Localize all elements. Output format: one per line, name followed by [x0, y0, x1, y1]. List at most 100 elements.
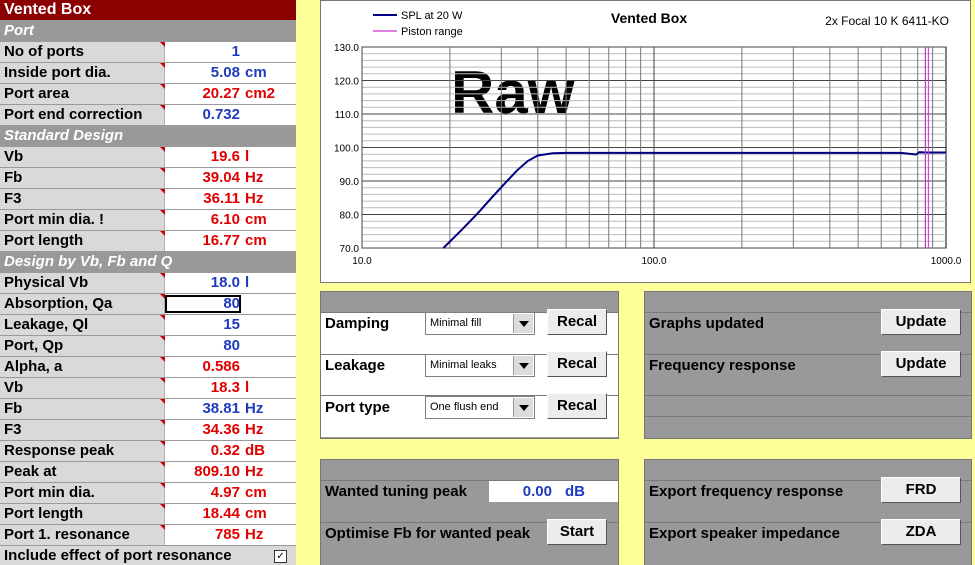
row-label: Leakage, Ql [0, 315, 165, 335]
x-tick-label: 10.0 [352, 256, 372, 267]
port-dia-unit: cm [245, 64, 267, 81]
row-label: Port length [0, 231, 165, 251]
ports-value[interactable]: 1 [165, 42, 240, 62]
leakage-recal-button[interactable]: Recal [547, 351, 607, 377]
frequency-update-button[interactable]: Update [881, 351, 961, 377]
wanted-tuning-peak-unit: dB [565, 483, 585, 500]
port-type-recal-button[interactable]: Recal [547, 393, 607, 419]
row-std-port-min: Port min dia. ! 6.10 cm [0, 210, 296, 231]
row-label: F3 [0, 189, 165, 209]
qp-value[interactable]: 80 [165, 336, 240, 356]
response-peak-value: 0.32 [210, 442, 240, 459]
export-frequency-label: Export frequency response [649, 483, 844, 500]
parameters-sheet: Vented Box Port No of ports 1 Inside por… [0, 0, 296, 565]
grid-line [645, 395, 971, 396]
end-correction-value[interactable]: 0.732 [165, 105, 240, 125]
row-alpha: Alpha, a 0.586 [0, 357, 296, 378]
row-port-end-correction[interactable]: Port end correction 0.732 [0, 105, 296, 126]
qa-value[interactable]: 80 [165, 294, 240, 314]
optimise-label: Optimise Fb for wanted peak [325, 525, 531, 542]
std-port-min-value: 6.10 [210, 211, 240, 228]
port-type-select[interactable]: One flush end [425, 396, 535, 419]
port-resonance-unit: Hz [245, 526, 264, 543]
std-port-length-unit: cm [245, 232, 267, 249]
row-label: Fb [0, 168, 165, 188]
damping-recal-button[interactable]: Recal [547, 309, 607, 335]
spl-series-line [442, 151, 946, 249]
include-resonance-label: Include effect of port resonance [0, 546, 296, 565]
ql-value[interactable]: 15 [165, 315, 240, 335]
row-leakage-ql[interactable]: Leakage, Ql 15 [0, 315, 296, 336]
leakage-select[interactable]: Minimal leaks [425, 354, 535, 377]
row-label: Inside port dia. [0, 63, 165, 83]
port-type-select-value: One flush end [430, 401, 499, 413]
row-label: Port end correction [0, 105, 165, 125]
row-std-vb: Vb 19.6 l [0, 147, 296, 168]
row-label: Response peak [0, 441, 165, 461]
std-fb-unit: Hz [245, 169, 264, 186]
frequency-response-label: Frequency response [649, 357, 796, 374]
row-label: Port, Qp [0, 336, 165, 356]
chevron-down-icon[interactable] [513, 314, 533, 333]
physical-vb-unit: l [245, 274, 250, 291]
design-port-min-unit: cm [245, 484, 267, 501]
std-f3-value: 36.11 [203, 190, 240, 207]
damping-select[interactable]: Minimal fill [425, 312, 535, 335]
section-port-label: Port [4, 22, 34, 39]
design-f3-value: 34.36 [202, 421, 240, 438]
std-f3-unit: Hz [245, 190, 264, 207]
grid-line [645, 416, 971, 417]
row-no-of-ports[interactable]: No of ports 1 [0, 42, 296, 63]
design-fb-value[interactable]: 38.81 [165, 399, 240, 419]
row-physical-vb[interactable]: Physical Vb 18.0 l [0, 273, 296, 294]
sheet-title-row: Vented Box [0, 0, 296, 21]
row-label: F3 [0, 420, 165, 440]
row-design-vb: Vb 18.3 l [0, 378, 296, 399]
row-port-qp[interactable]: Port, Qp 80 [0, 336, 296, 357]
y-tick-label: 80.0 [340, 211, 360, 222]
y-tick-label: 130.0 [334, 43, 359, 54]
y-tick-label: 120.0 [334, 77, 359, 88]
row-label: Fb [0, 399, 165, 419]
include-resonance-checkbox[interactable]: ✓ [274, 550, 287, 563]
row-design-fb[interactable]: Fb 38.81 Hz [0, 399, 296, 420]
row-design-port-length: Port length 18.44 cm [0, 504, 296, 525]
chart-title: Vented Box [611, 10, 687, 26]
port-type-label: Port type [325, 399, 391, 416]
peak-at-value: 809.10 [194, 463, 240, 480]
row-label: Port length [0, 504, 165, 524]
chart-subtitle: 2x Focal 10 K 6411-KO [825, 14, 949, 28]
chevron-down-icon[interactable] [513, 356, 533, 375]
legend-label: Piston range [401, 26, 463, 38]
row-std-port-length: Port length 16.77 cm [0, 231, 296, 252]
chevron-down-icon[interactable] [513, 398, 533, 417]
row-inside-port-dia[interactable]: Inside port dia. 5.08 cm [0, 63, 296, 84]
row-label: Port min dia. [0, 483, 165, 503]
legend-label: SPL at 20 W [401, 10, 463, 22]
optimise-start-button[interactable]: Start [547, 519, 607, 545]
row-design-f3: F3 34.36 Hz [0, 420, 296, 441]
row-peak-at: Peak at 809.10 Hz [0, 462, 296, 483]
raw-watermark: Raw [451, 59, 575, 126]
section-standard: Standard Design [0, 126, 296, 147]
row-absorption-qa[interactable]: Absorption, Qa 80 [0, 294, 296, 315]
design-fb-unit: Hz [245, 400, 264, 417]
row-include-resonance[interactable]: Include effect of port resonance ✓ [0, 546, 296, 565]
export-frd-button[interactable]: FRD [881, 477, 961, 503]
std-fb-value: 39.04 [202, 169, 240, 186]
std-vb-value: 19.6 [210, 148, 240, 165]
y-tick-label: 70.0 [340, 244, 360, 255]
design-vb-value: 18.3 [210, 379, 240, 396]
port-area-unit: cm2 [245, 85, 276, 102]
design-port-length-value: 18.44 [202, 505, 240, 522]
export-zda-button[interactable]: ZDA [881, 519, 961, 545]
port-dia-value[interactable]: 5.08 [165, 63, 240, 83]
row-label: Alpha, a [0, 357, 165, 377]
wanted-tuning-peak-input[interactable]: 0.00 dB [489, 481, 618, 502]
y-tick-label: 110.0 [335, 110, 360, 121]
std-port-length-value: 16.77 [202, 232, 240, 249]
wanted-tuning-peak-value[interactable]: 0.00 [523, 481, 552, 502]
section-design: Design by Vb, Fb and Q [0, 252, 296, 273]
graphs-update-button[interactable]: Update [881, 309, 961, 335]
physical-vb-value[interactable]: 18.0 [165, 273, 240, 293]
